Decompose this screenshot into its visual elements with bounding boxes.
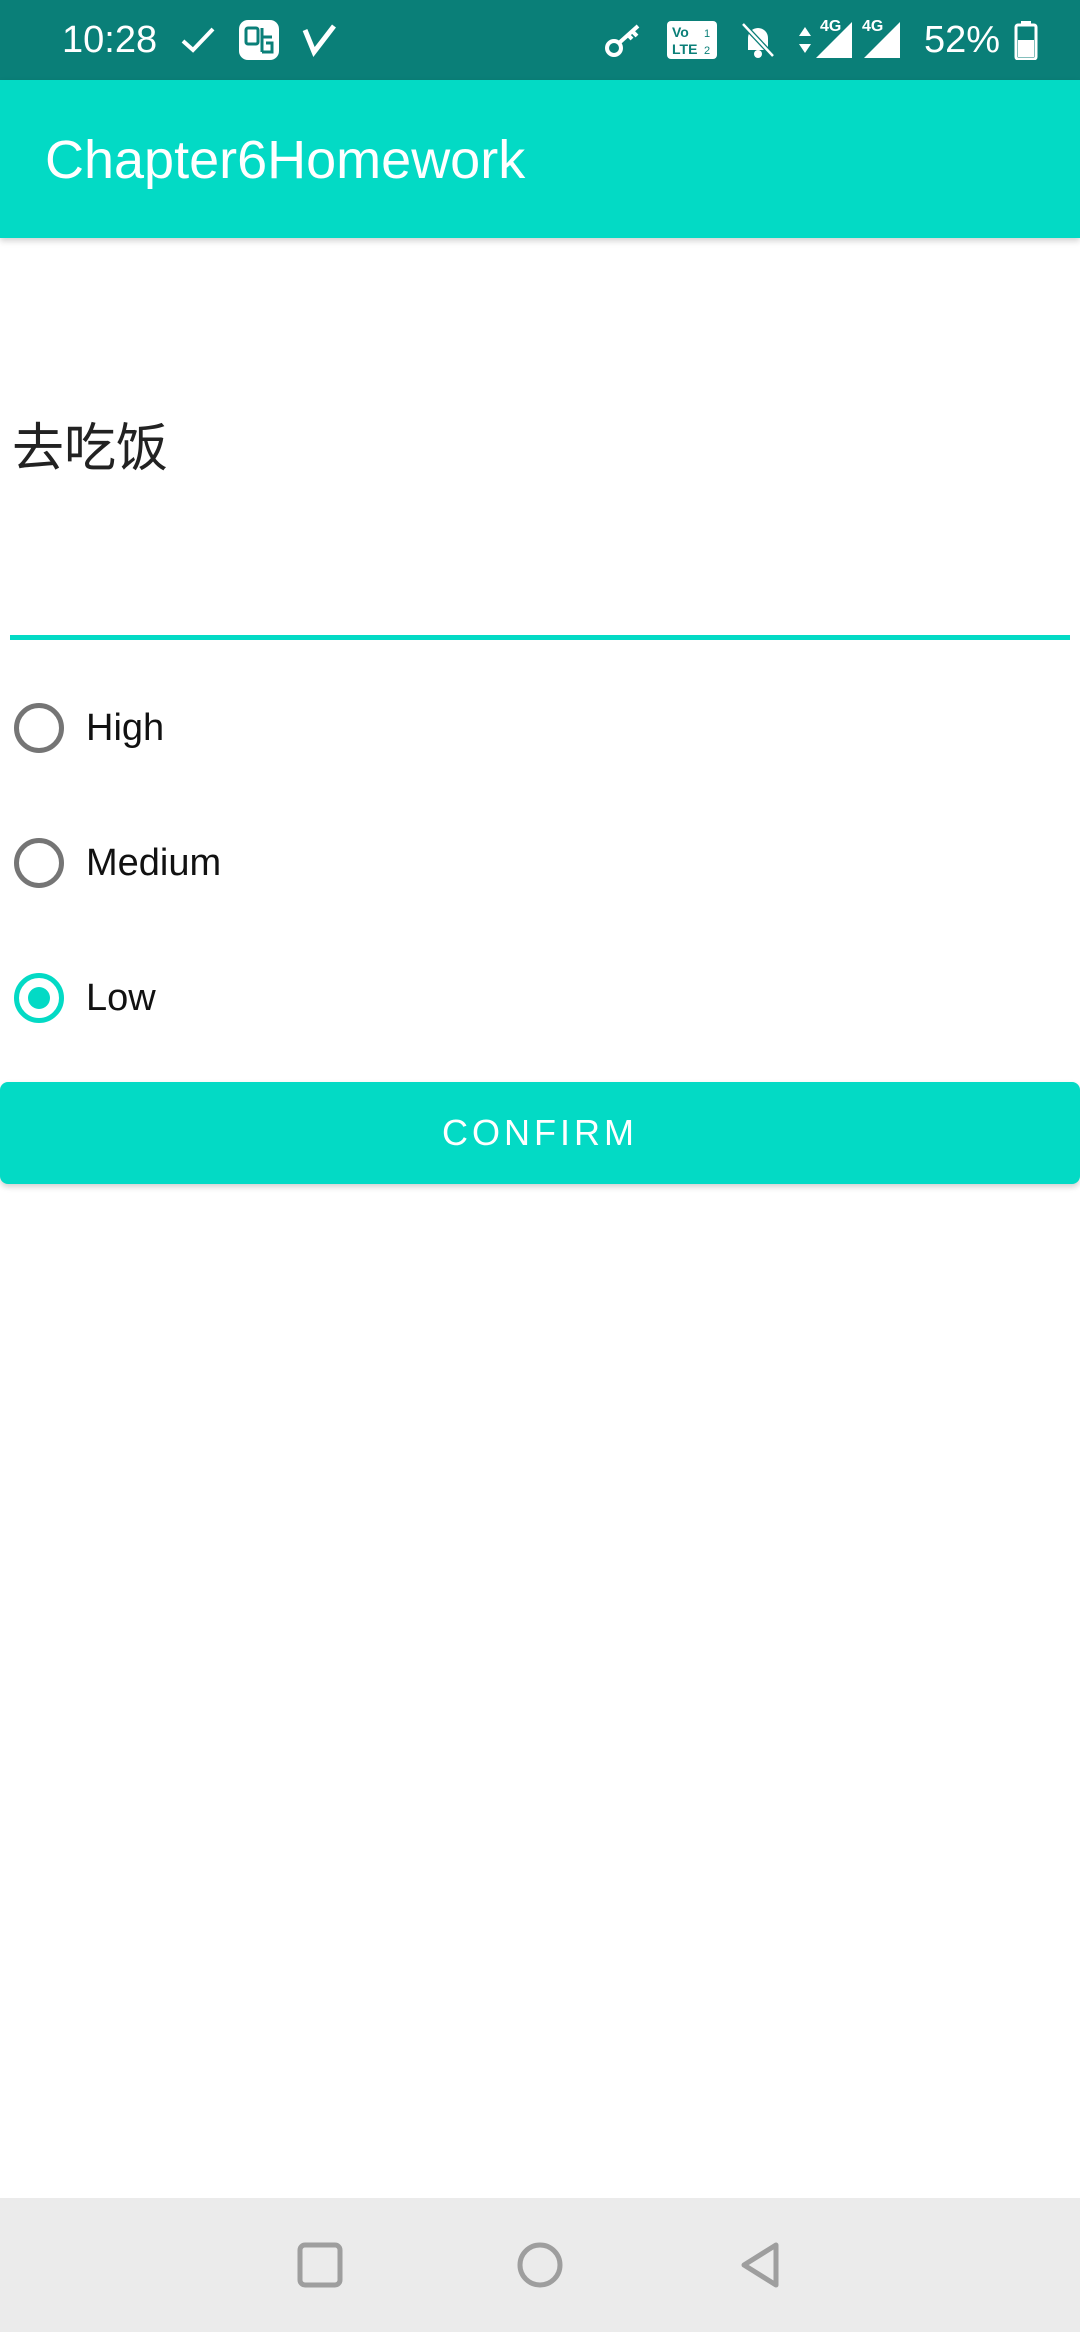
volte-bottom-text: LTE (672, 41, 697, 57)
status-notification-icons (180, 18, 360, 62)
signal-4g-2-icon: 4G (861, 18, 902, 60)
app-title: Chapter6Homework (45, 130, 526, 190)
status-time: 10:28 (62, 19, 158, 61)
radio-low-circle[interactable] (14, 973, 64, 1023)
radio-low[interactable]: Low (14, 958, 514, 1038)
radio-medium[interactable]: Medium (14, 823, 514, 903)
battery-percent: 52% (923, 19, 1000, 61)
todo-input-underline (10, 635, 1070, 640)
recent-apps-icon[interactable] (290, 2235, 350, 2295)
status-system-icons: Vo LTE 1 2 4G 4G 52% (604, 18, 1038, 62)
network-label-1: 4G (819, 18, 842, 35)
status-bar: 10:28 Vo LTE 1 2 4G 4G 52% (0, 0, 1080, 80)
bell-off-icon (740, 20, 776, 60)
v-app-icon (302, 22, 338, 58)
radio-medium-label: Medium (86, 842, 222, 884)
todo-input-text: 去吃饭 (12, 419, 169, 479)
battery-icon (1014, 20, 1038, 60)
app-bar: Chapter6Homework (0, 80, 1080, 238)
svg-text:2: 2 (704, 45, 710, 57)
key-icon (604, 20, 644, 60)
radio-low-label: Low (86, 977, 156, 1019)
home-icon[interactable] (510, 2235, 570, 2295)
todo-input-field[interactable]: 去吃饭 (10, 350, 1070, 640)
radio-high-label: High (86, 707, 165, 749)
signal-4g-icon: 4G (814, 18, 854, 60)
radio-low-selected-dot (28, 987, 50, 1009)
radio-high-circle[interactable] (14, 703, 64, 753)
network-label-2: 4G (861, 18, 884, 35)
svg-text:1: 1 (704, 28, 710, 40)
data-arrows-icon (798, 25, 812, 55)
radio-high[interactable]: High (14, 688, 514, 768)
tieba-app-icon (238, 19, 280, 61)
navigation-bar (0, 2198, 1080, 2332)
radio-medium-circle[interactable] (14, 838, 64, 888)
volte-top-text: Vo (672, 24, 689, 40)
check-icon (180, 25, 216, 55)
back-icon[interactable] (730, 2235, 790, 2295)
confirm-button-label: CONFIRM (442, 1112, 638, 1153)
volte-icon: Vo LTE 1 2 (666, 20, 718, 60)
confirm-button[interactable]: CONFIRM (0, 1082, 1080, 1184)
